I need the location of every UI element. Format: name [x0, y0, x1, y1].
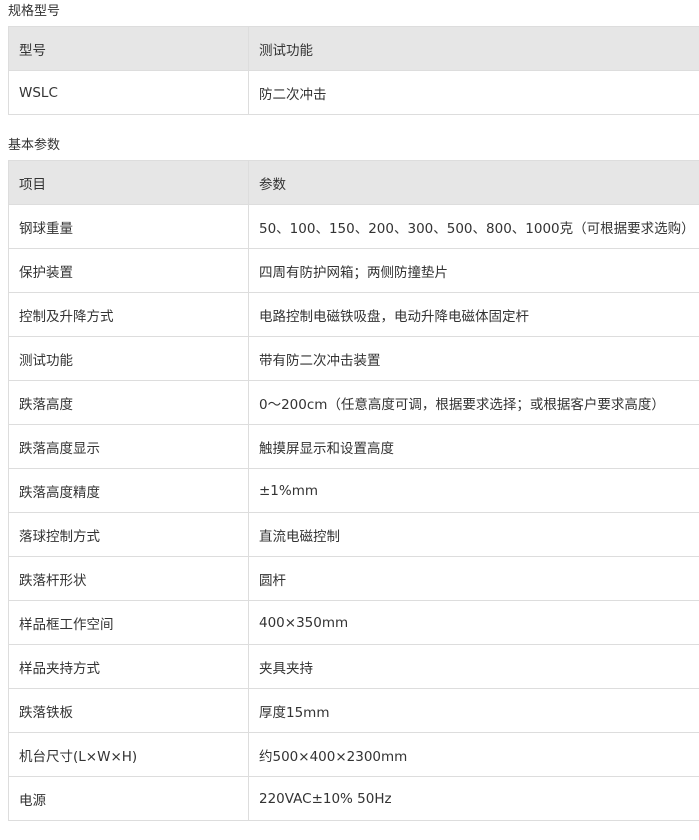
params-section-title: 基本参数: [8, 138, 61, 153]
param-value-cell: 约500×400×2300mm: [248, 732, 699, 777]
column-header: 参数: [248, 160, 699, 205]
param-name-cell: 跌落高度精度: [8, 468, 249, 513]
param-name-cell: 保护装置: [8, 248, 249, 293]
param-name-cell: 机台尺寸(L×W×H): [8, 732, 249, 777]
param-value-cell: 四周有防护网箱；两侧防撞垫片: [248, 248, 699, 293]
table-row: 保护装置 四周有防护网箱；两侧防撞垫片: [8, 248, 699, 293]
param-name-cell: 跌落高度显示: [8, 424, 249, 469]
param-value-cell: 触摸屏显示和设置高度: [248, 424, 699, 469]
param-name-cell: 样品框工作空间: [8, 600, 249, 645]
param-value-cell: 220VAC±10% 50Hz: [248, 776, 699, 821]
spec-page: 规格型号 型号 测试功能 WSLC 防二次冲击 基本参数 项目 参数 钢球重量 …: [0, 0, 699, 840]
function-cell: 防二次冲击: [248, 70, 699, 115]
param-name-cell: 样品夹持方式: [8, 644, 249, 689]
column-header: 项目: [8, 160, 249, 205]
table-row: 控制及升降方式 电路控制电磁铁吸盘，电动升降电磁体固定杆: [8, 292, 699, 337]
table-row: 跌落杆形状 圆杆: [8, 556, 699, 601]
table-row: 钢球重量 50、100、150、200、300、500、800、1000克（可根…: [8, 204, 699, 249]
column-header: 测试功能: [248, 26, 699, 71]
table-row: 电源 220VAC±10% 50Hz: [8, 776, 699, 821]
param-value-cell: 电路控制电磁铁吸盘，电动升降电磁体固定杆: [248, 292, 699, 337]
table-header-row: 项目 参数: [8, 160, 699, 205]
table-row: 跌落高度显示 触摸屏显示和设置高度: [8, 424, 699, 469]
param-value-cell: 带有防二次冲击装置: [248, 336, 699, 381]
param-value-cell: 夹具夹持: [248, 644, 699, 689]
params-table: 项目 参数 钢球重量 50、100、150、200、300、500、800、10…: [8, 160, 699, 821]
table-row: 跌落高度精度 ±1%mm: [8, 468, 699, 513]
param-name-cell: 落球控制方式: [8, 512, 249, 557]
table-row: 测试功能 带有防二次冲击装置: [8, 336, 699, 381]
param-name-cell: 跌落杆形状: [8, 556, 249, 601]
param-value-cell: 直流电磁控制: [248, 512, 699, 557]
table-row: 机台尺寸(L×W×H) 约500×400×2300mm: [8, 732, 699, 777]
model-table: 型号 测试功能 WSLC 防二次冲击: [8, 26, 699, 115]
param-value-cell: 厚度15mm: [248, 688, 699, 733]
model-section-title: 规格型号: [8, 4, 61, 19]
param-name-cell: 跌落铁板: [8, 688, 249, 733]
param-value-cell: 50、100、150、200、300、500、800、1000克（可根据要求选购…: [248, 204, 699, 249]
table-row: 跌落铁板 厚度15mm: [8, 688, 699, 733]
model-cell: WSLC: [8, 70, 249, 115]
param-name-cell: 控制及升降方式: [8, 292, 249, 337]
table-header-row: 型号 测试功能: [8, 26, 699, 71]
param-name-cell: 钢球重量: [8, 204, 249, 249]
param-name-cell: 跌落高度: [8, 380, 249, 425]
table-row: 样品夹持方式 夹具夹持: [8, 644, 699, 689]
param-value-cell: 圆杆: [248, 556, 699, 601]
table-row: 落球控制方式 直流电磁控制: [8, 512, 699, 557]
param-name-cell: 电源: [8, 776, 249, 821]
param-value-cell: ±1%mm: [248, 468, 699, 513]
param-value-cell: 0～200cm（任意高度可调，根据要求选择；或根据客户要求高度）: [248, 380, 699, 425]
column-header: 型号: [8, 26, 249, 71]
table-row: 样品框工作空间 400×350mm: [8, 600, 699, 645]
table-row: WSLC 防二次冲击: [8, 70, 699, 115]
param-name-cell: 测试功能: [8, 336, 249, 381]
table-row: 跌落高度 0～200cm（任意高度可调，根据要求选择；或根据客户要求高度）: [8, 380, 699, 425]
param-value-cell: 400×350mm: [248, 600, 699, 645]
